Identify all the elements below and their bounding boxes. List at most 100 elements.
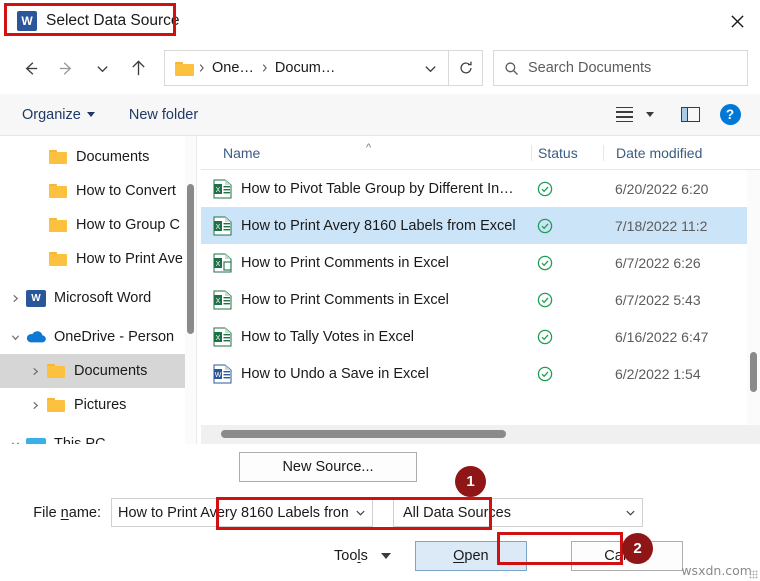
svg-text:W: W	[215, 372, 222, 379]
help-icon[interactable]: ?	[714, 100, 746, 130]
folder-icon	[46, 397, 66, 414]
column-header-name[interactable]: ^ Name	[201, 145, 531, 161]
cloud-icon	[26, 329, 46, 346]
table-row[interactable]: X How to Print Comments in Excel 6/7/202…	[201, 281, 760, 318]
tree-item-onedrive-documents[interactable]: Documents	[0, 354, 196, 388]
file-name-cell: W How to Undo a Save in Excel	[201, 364, 531, 384]
status-cell	[531, 181, 603, 197]
tree-item-label: Documents	[76, 149, 149, 165]
tree-item-label: How to Group C	[76, 217, 180, 233]
search-placeholder: Search Documents	[528, 60, 651, 76]
excel-icon: X	[213, 290, 232, 310]
chevron-down-icon	[381, 553, 391, 559]
command-bar: Organize New folder ?	[0, 94, 760, 136]
column-headers: ^ Name Status Date modified	[201, 136, 760, 170]
tree-item-how-to-print-ave[interactable]: How to Print Ave	[0, 242, 196, 276]
tools-button[interactable]: Tools	[328, 544, 397, 568]
address-chevron-down-icon[interactable]	[416, 51, 444, 85]
back-arrow-icon[interactable]	[12, 51, 48, 85]
chevron-right-icon[interactable]	[4, 294, 26, 303]
refresh-icon[interactable]	[449, 50, 483, 86]
new-folder-button[interactable]: New folder	[121, 103, 206, 127]
close-button[interactable]	[714, 0, 760, 42]
date-modified-cell: 6/7/2022 5:43	[603, 292, 760, 308]
status-cell	[531, 255, 603, 271]
file-name-value: How to Print Avery 8160 Labels from	[118, 505, 348, 521]
svg-text:X: X	[216, 298, 221, 305]
view-list-icon[interactable]	[608, 100, 640, 130]
file-name-label: How to Pivot Table Group by Different In…	[241, 181, 514, 197]
address-bar-row: One… Docum… Search Documents	[0, 42, 760, 94]
folder-icon	[48, 251, 68, 268]
svg-text:X: X	[216, 261, 221, 268]
new-source-label: New Source...	[282, 459, 373, 475]
table-row[interactable]: W How to Undo a Save in Excel 6/2/2022 1…	[201, 355, 760, 392]
preview-pane-icon[interactable]	[674, 100, 706, 130]
chevron-down-icon[interactable]	[618, 507, 642, 518]
up-arrow-icon[interactable]	[120, 51, 156, 85]
synced-icon	[537, 292, 553, 308]
file-list-scrollbar-track[interactable]	[747, 170, 760, 444]
folder-icon	[48, 217, 68, 234]
breadcrumb-item-onedrive[interactable]: One…	[209, 60, 257, 76]
breadcrumb-separator-icon	[257, 63, 272, 73]
synced-icon	[537, 181, 553, 197]
data-source-type-select[interactable]: All Data Sources	[393, 498, 643, 527]
table-row[interactable]: X How to Pivot Table Group by Different …	[201, 170, 760, 207]
tree-item-documents[interactable]: Documents	[0, 140, 196, 174]
chevron-right-icon[interactable]	[24, 401, 46, 410]
horizontal-scrollbar-thumb[interactable]	[221, 430, 506, 438]
recent-locations-chevron-down-icon[interactable]	[84, 51, 120, 85]
horizontal-scrollbar-track[interactable]	[201, 425, 760, 444]
excel-icon: X	[213, 216, 232, 236]
navigation-pane: Documents How to Convert How to Group C …	[0, 136, 196, 444]
open-button[interactable]: Open	[415, 541, 527, 571]
table-row[interactable]: X How to Print Comments in Excel 6/7/202…	[201, 244, 760, 281]
tree-item-onedrive-personal[interactable]: OneDrive - Person	[0, 320, 196, 354]
file-name-input[interactable]: How to Print Avery 8160 Labels from	[111, 498, 373, 527]
tree-item-how-to-group-c[interactable]: How to Group C	[0, 208, 196, 242]
watermark: wsxdn.com	[681, 563, 752, 578]
file-name-label: How to Print Comments in Excel	[241, 292, 449, 308]
chevron-down-icon[interactable]	[4, 333, 26, 342]
column-header-status[interactable]: Status	[531, 145, 603, 161]
folder-icon	[48, 183, 68, 200]
chevron-right-icon[interactable]	[24, 367, 46, 376]
date-modified-cell: 6/20/2022 6:20	[603, 181, 760, 197]
new-source-button[interactable]: New Source...	[239, 452, 417, 482]
breadcrumb-item-documents[interactable]: Docum…	[272, 60, 338, 76]
svg-text:X: X	[216, 335, 221, 342]
search-icon	[504, 61, 519, 76]
chevron-down-icon	[87, 112, 95, 117]
tree-item-this-pc[interactable]: This PC	[0, 427, 196, 444]
chevron-down-icon[interactable]	[348, 507, 372, 518]
forward-arrow-icon[interactable]	[48, 51, 84, 85]
file-list-pane: ^ Name Status Date modified X How to	[201, 136, 760, 444]
tree-item-label: How to Convert	[76, 183, 176, 199]
search-input[interactable]: Search Documents	[493, 50, 748, 86]
folder-icon	[46, 363, 66, 380]
tree-item-label: Documents	[74, 363, 147, 379]
file-name-cell: X How to Print Avery 8160 Labels from Ex…	[201, 216, 531, 236]
nav-pane-scrollbar-thumb[interactable]	[187, 184, 194, 334]
date-modified-cell: 6/16/2022 6:47	[603, 329, 760, 345]
resize-grip-icon[interactable]	[749, 570, 758, 579]
word-icon: W	[17, 11, 37, 31]
column-header-date-modified[interactable]: Date modified	[603, 145, 760, 161]
tree-item-pictures[interactable]: Pictures	[0, 388, 196, 422]
table-row[interactable]: X How to Print Avery 8160 Labels from Ex…	[201, 207, 760, 244]
file-name-label: How to Print Comments in Excel	[241, 255, 449, 271]
address-bar[interactable]: One… Docum…	[164, 50, 449, 86]
tree-item-how-to-convert[interactable]: How to Convert	[0, 174, 196, 208]
synced-icon	[537, 255, 553, 271]
excel-icon: X	[213, 253, 232, 273]
table-row[interactable]: X How to Tally Votes in Excel 6/16/2022 …	[201, 318, 760, 355]
step-badge-2: 2	[622, 533, 653, 564]
view-options-chevron-down-icon[interactable]	[640, 100, 660, 130]
file-name-row: File name: How to Print Avery 8160 Label…	[18, 498, 742, 527]
date-modified-cell: 7/18/2022 11:2	[603, 218, 760, 234]
organize-button[interactable]: Organize	[14, 103, 103, 127]
file-list-scrollbar-thumb[interactable]	[750, 352, 757, 392]
tree-item-microsoft-word[interactable]: W Microsoft Word	[0, 281, 196, 315]
date-modified-cell: 6/7/2022 6:26	[603, 255, 760, 271]
